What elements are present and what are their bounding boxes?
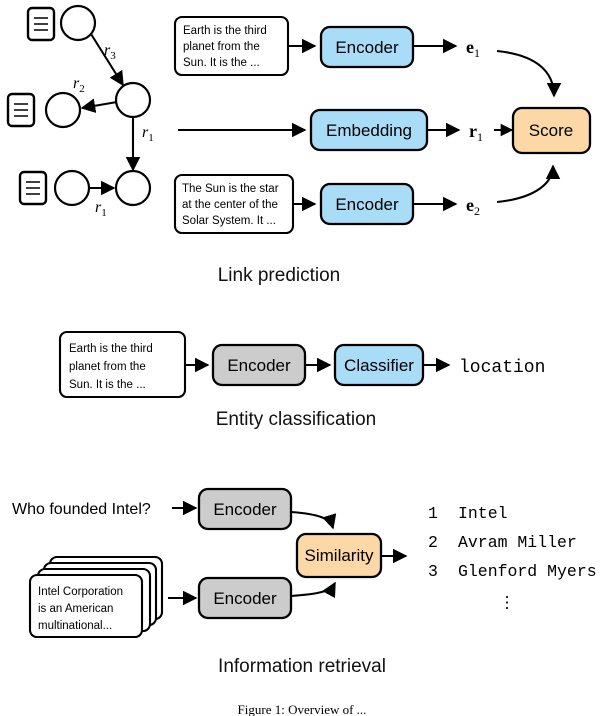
- block-label: Encoder: [335, 38, 399, 57]
- section-entity-classification: Earth is the third planet from the Sun. …: [58, 330, 545, 430]
- block-embedding: Embedding: [309, 108, 429, 152]
- document-icon: [26, 6, 56, 42]
- vector-e1: e1: [466, 37, 480, 60]
- section-caption-link-prediction: Link prediction: [218, 265, 341, 286]
- vector-e2: e2: [466, 195, 480, 218]
- text-line: Earth is the third: [183, 25, 267, 37]
- knowledge-graph: r3 r2 r1 r1: [6, 4, 154, 219]
- block-encoder-entity: Encoder: [211, 343, 307, 387]
- block-label: Encoder: [213, 500, 277, 519]
- arrow-e1-to-score: [496, 49, 562, 98]
- arrow-encoder-docs-to-similarity: [290, 581, 336, 599]
- text-box-earth-entity: Earth is the third planet from the Sun. …: [58, 330, 187, 399]
- text-line: Sun. It is the ...: [183, 57, 260, 69]
- entity-classification-output: location: [459, 358, 545, 378]
- graph-edge-r2: [80, 98, 118, 114]
- document-icon: [18, 170, 48, 206]
- text-line: Intel Corporation: [38, 586, 123, 598]
- block-label: Embedding: [326, 121, 412, 140]
- text-box-earth-top: Earth is the third planet from the Sun. …: [173, 15, 290, 77]
- text-line: planet from the: [69, 361, 146, 373]
- section-caption-entity-classification: Entity classification: [216, 409, 377, 430]
- block-similarity: Similarity: [295, 532, 383, 579]
- list-item: 1 Intel: [428, 504, 508, 523]
- figure-caption: Figure 1: Overview of ...: [238, 702, 367, 716]
- block-encoder-query: Encoder: [197, 487, 293, 531]
- vector-r1: r1: [469, 121, 483, 144]
- text-line: planet from the: [183, 41, 260, 53]
- block-label: Similarity: [305, 546, 374, 565]
- block-label: Encoder: [335, 195, 399, 214]
- text-line: Earth is the third: [69, 343, 153, 355]
- document-icon: [6, 92, 36, 128]
- results-list: 1 Intel 2 Avram Miller 3 Glenford Myers …: [428, 504, 597, 613]
- block-classifier: Classifier: [333, 343, 425, 387]
- text-line: Sun. It is the ...: [69, 379, 146, 391]
- text-line: The Sun is the star: [182, 183, 279, 195]
- block-label: Score: [529, 121, 573, 140]
- figure-diagram: r3 r2 r1 r1 Earth is the third planet fr…: [6, 4, 597, 716]
- figure-root: r3 r2 r1 r1 Earth is the third planet fr…: [0, 0, 604, 716]
- result-text: Intel: [458, 504, 508, 523]
- section-link-prediction: r3 r2 r1 r1 Earth is the third planet fr…: [6, 4, 592, 286]
- result-rank: 1: [428, 504, 438, 523]
- query-text: Who founded Intel?: [12, 501, 151, 518]
- figure-caption-text: Figure 1: Overview of ...: [238, 702, 367, 716]
- result-rank: 2: [428, 533, 438, 552]
- graph-node: [44, 91, 82, 129]
- arrow-e2-to-score: [496, 164, 561, 204]
- block-label: Encoder: [213, 589, 277, 608]
- block-label: Classifier: [344, 356, 414, 375]
- block-encoder-docs: Encoder: [197, 576, 293, 620]
- arrow-encoder-query-to-similarity: [290, 510, 337, 530]
- edge-label-r1-vertical: r1: [142, 124, 154, 144]
- graph-node: [59, 4, 97, 42]
- block-encoder-top: Encoder: [319, 25, 415, 69]
- graph-node: [114, 169, 152, 207]
- result-text: Avram Miller: [458, 533, 577, 552]
- text-line: multinational...: [38, 620, 112, 632]
- section-caption-information-retrieval: Information retrieval: [218, 656, 386, 677]
- block-score: Score: [511, 106, 592, 155]
- edge-label-r2: r2: [73, 75, 85, 95]
- block-label: Encoder: [227, 356, 291, 375]
- text-line: is an American: [38, 603, 113, 615]
- graph-node: [53, 169, 91, 207]
- document-stack: Intel Corporation is an American multina…: [28, 555, 164, 639]
- text-box-sun-bottom: The Sun is the star at the center of the…: [173, 173, 295, 235]
- results-ellipsis-icon: ⋮: [499, 594, 516, 613]
- result-rank: 3: [428, 562, 438, 581]
- text-line: Solar System. It ...: [182, 215, 276, 227]
- edge-label-r1-horizontal: r1: [95, 199, 107, 219]
- result-text: Glenford Myers: [458, 562, 597, 581]
- text-line: at the center of the: [182, 199, 278, 211]
- list-item: 2 Avram Miller: [428, 533, 577, 552]
- list-item: 3 Glenford Myers: [428, 562, 597, 581]
- section-information-retrieval: Who founded Intel? Encoder Intel Corpora…: [12, 487, 597, 677]
- graph-node: [114, 81, 152, 119]
- block-encoder-bottom: Encoder: [319, 182, 415, 226]
